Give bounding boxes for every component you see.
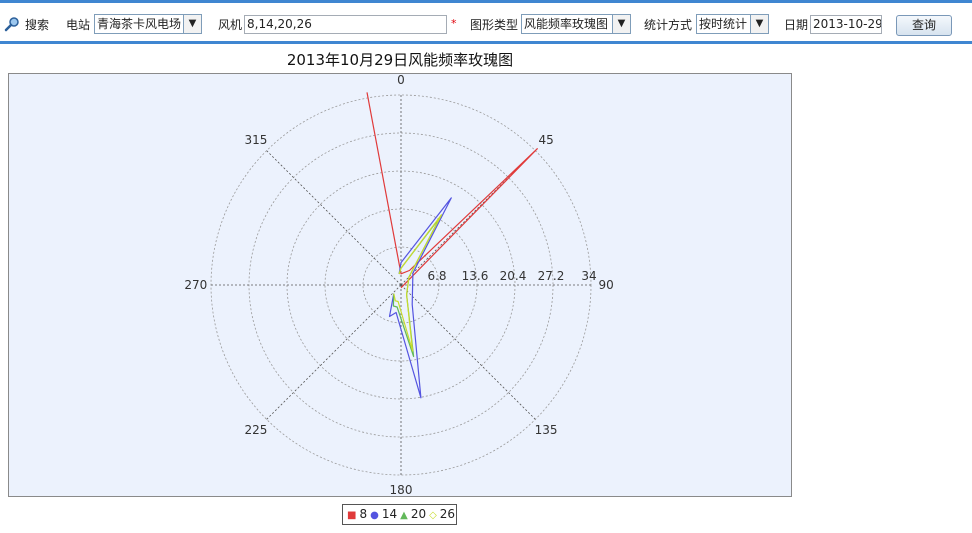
series-line-14 xyxy=(388,197,452,399)
chart-type-label: 图形类型 xyxy=(470,18,519,32)
search-label: 搜索 xyxy=(25,18,50,32)
chart-legend: ■ 8 ● 14 ▲ 20 ◇ 26 xyxy=(342,504,457,525)
legend-label: 8 xyxy=(359,507,368,521)
search-icon xyxy=(4,17,19,32)
chart-type-select-value: 风能频率玫瑰图 xyxy=(524,17,609,31)
grid-spoke xyxy=(400,284,536,420)
date-input[interactable]: 2013-10-29 xyxy=(810,15,882,34)
angle-tick-label: 315 xyxy=(244,133,267,147)
search-toolbar: 搜索 电站 青海茶卡风电场 ▼ 风机 8,14,20,26 * 图形类型 风能频… xyxy=(0,0,972,44)
angle-tick-label: 45 xyxy=(538,133,553,147)
angle-tick-label: 225 xyxy=(244,423,267,437)
radial-tick-label: 20.4 xyxy=(500,269,527,283)
stat-select-value: 按时统计 xyxy=(699,17,748,31)
grid-spoke xyxy=(266,284,402,420)
legend-label: 14 xyxy=(381,507,398,521)
legend-marker-icon: ▲ xyxy=(400,510,408,521)
series-line-20 xyxy=(392,216,441,358)
radial-tick-label: 13.6 xyxy=(462,269,489,283)
turbine-input[interactable]: 8,14,20,26 xyxy=(244,15,447,34)
legend-item: ● 14 xyxy=(370,505,397,525)
legend-label: 20 xyxy=(410,507,427,521)
legend-item: ■ 8 xyxy=(347,505,367,525)
chevron-down-icon: ▼ xyxy=(612,15,630,33)
angle-tick-label: 135 xyxy=(535,423,558,437)
plot-area: 0 45 90 135 180 225 270 315 6.8 13.6 20.4 27.2 34 xyxy=(8,73,792,497)
chart-type-select[interactable]: 风能频率玫瑰图 ▼ xyxy=(521,14,631,34)
station-label: 电站 xyxy=(66,18,91,32)
stat-label: 统计方式 xyxy=(644,18,693,32)
radial-tick-label: 6.8 xyxy=(427,269,446,283)
station-select[interactable]: 青海茶卡风电场 ▼ xyxy=(94,14,202,34)
polar-rose-chart: 0 45 90 135 180 225 270 315 6.8 13.6 20.4 27.2 34 xyxy=(184,74,614,497)
turbine-label: 风机 xyxy=(218,18,243,32)
angle-tick-label: 0 xyxy=(397,74,405,87)
angle-tick-label: 180 xyxy=(390,483,413,497)
chevron-down-icon: ▼ xyxy=(750,15,768,33)
angle-tick-label: 90 xyxy=(599,278,614,292)
legend-marker-icon: ◇ xyxy=(429,510,437,521)
grid-spoke xyxy=(266,150,402,286)
station-select-value: 青海茶卡风电场 xyxy=(97,17,182,31)
legend-marker-icon: ● xyxy=(370,510,379,521)
radial-tick-label: 27.2 xyxy=(538,269,565,283)
angle-tick-label: 270 xyxy=(184,278,207,292)
stat-select[interactable]: 按时统计 ▼ xyxy=(696,14,769,34)
required-mark: * xyxy=(451,17,457,30)
date-label: 日期 xyxy=(784,18,809,32)
radial-tick-label: 34 xyxy=(581,269,596,283)
legend-label: 26 xyxy=(439,507,456,521)
legend-marker-icon: ■ xyxy=(347,510,357,521)
chart-title: 2013年10月29日风能频率玫瑰图 xyxy=(286,51,514,69)
legend-item: ◇ 26 xyxy=(429,505,455,525)
legend-item: ▲ 20 xyxy=(400,505,426,525)
query-button[interactable]: 查询 xyxy=(896,15,952,36)
chevron-down-icon: ▼ xyxy=(183,15,201,33)
